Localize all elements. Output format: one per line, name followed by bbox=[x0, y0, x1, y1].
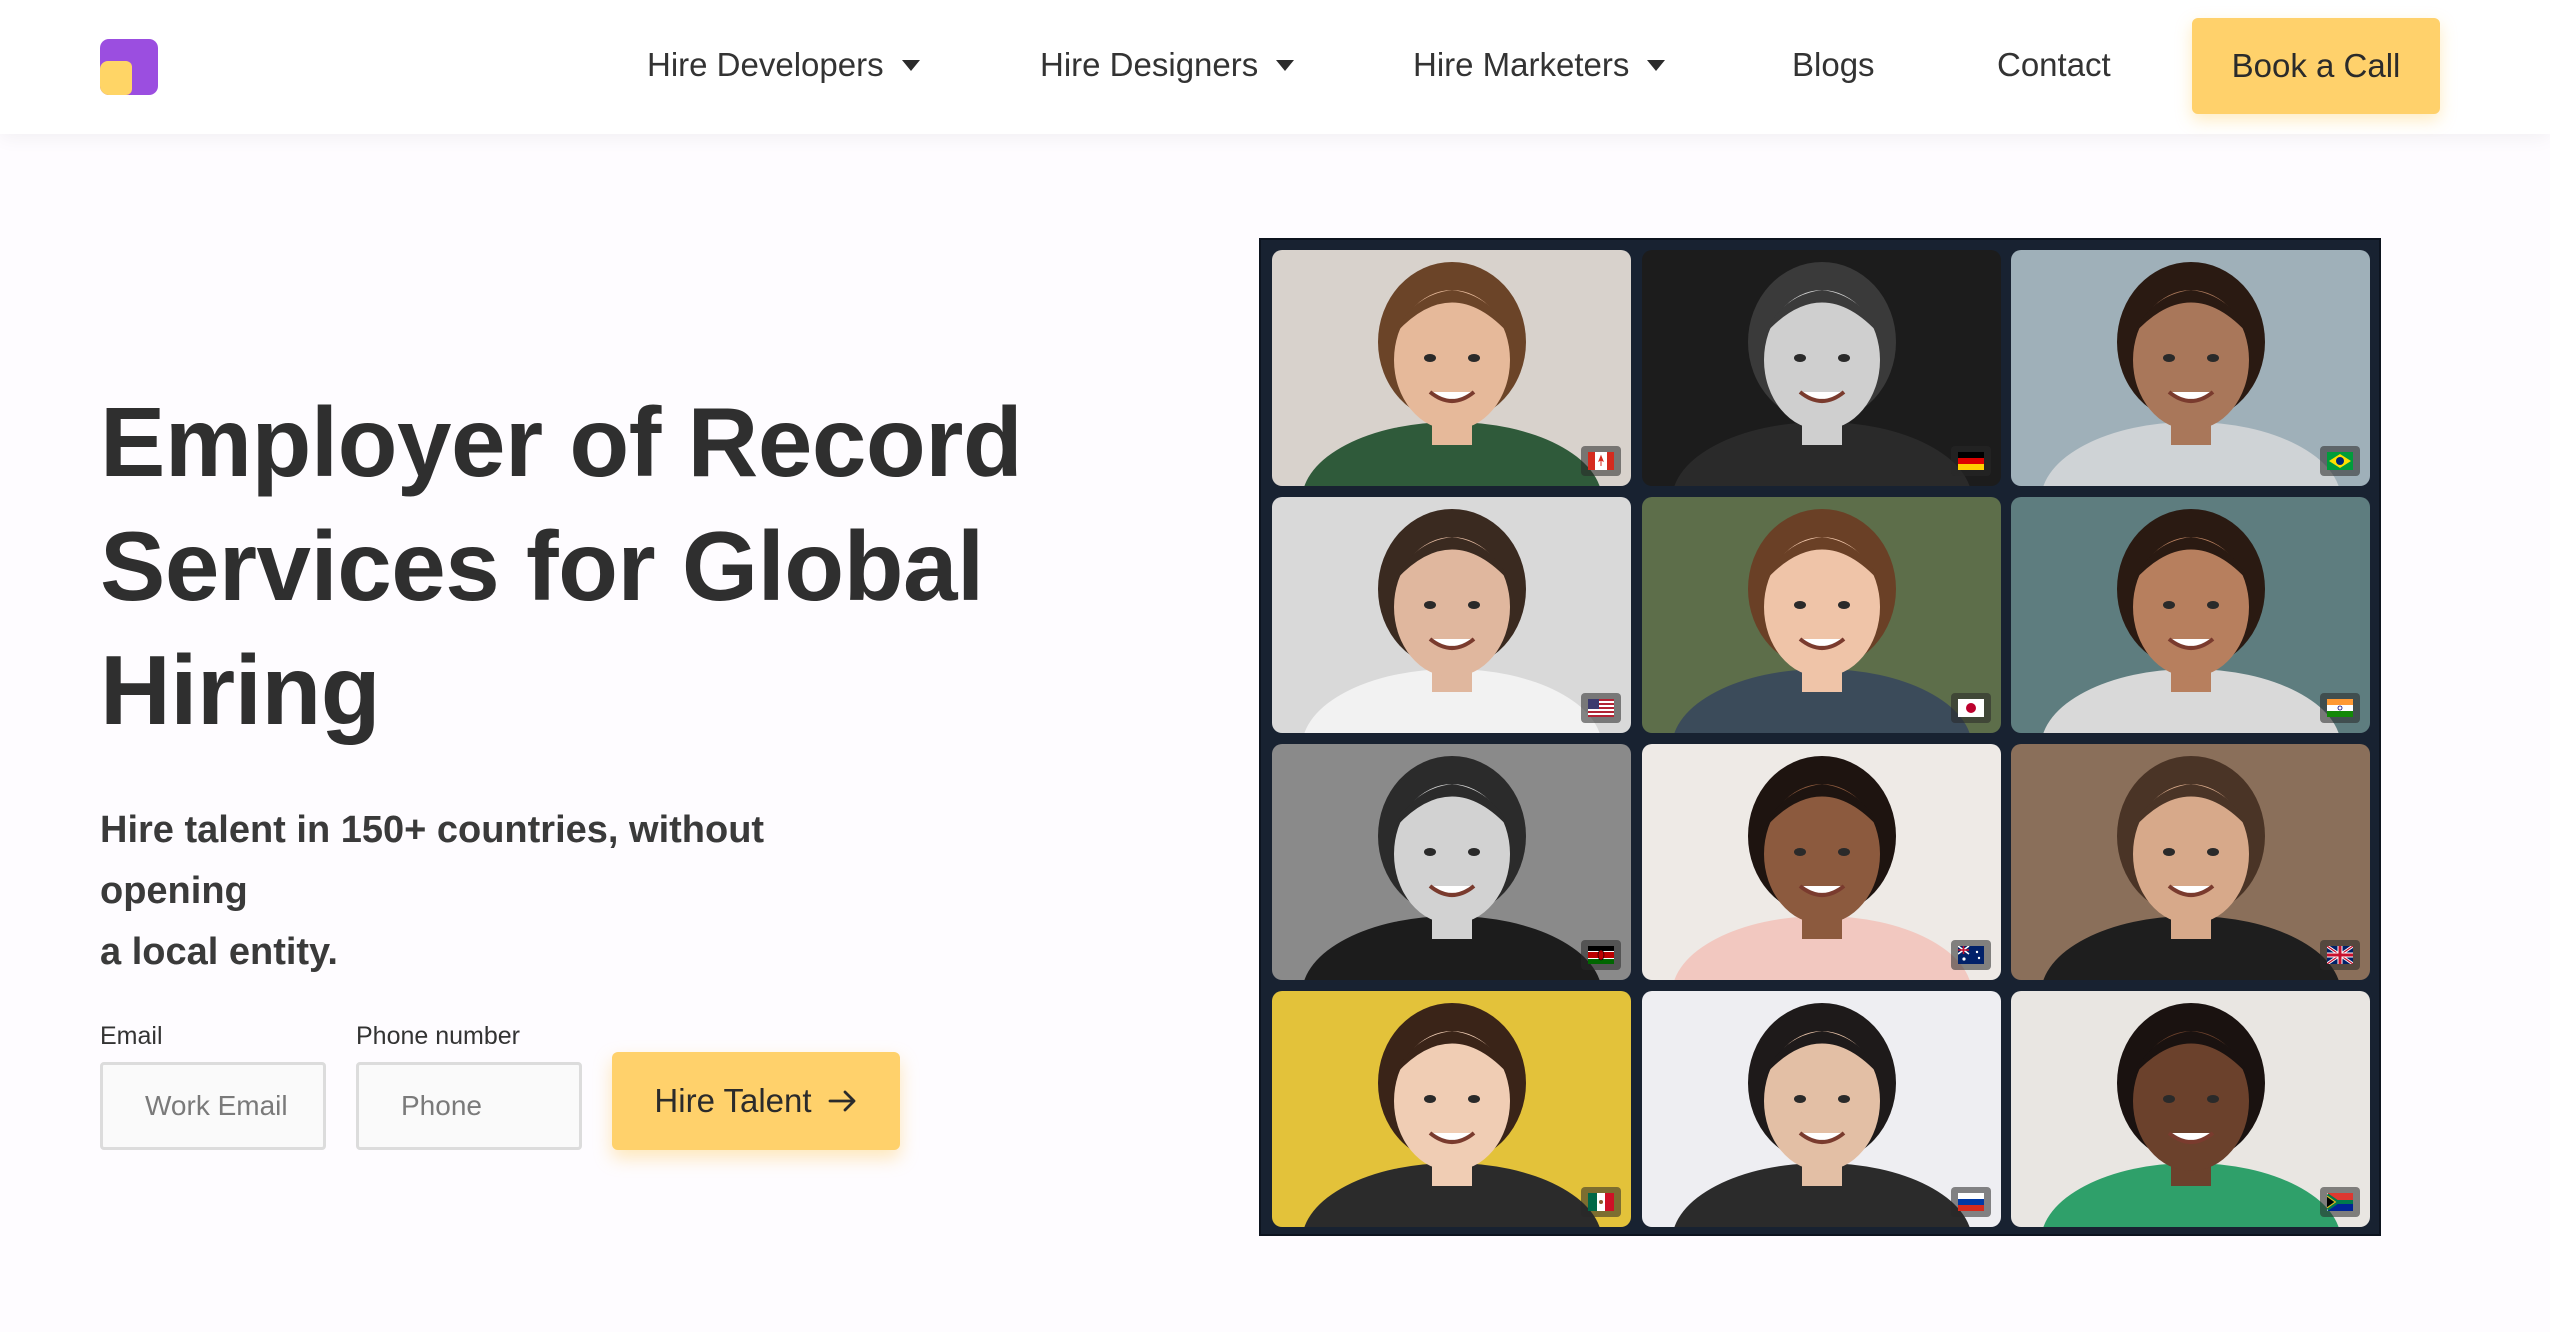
flag-india-icon bbox=[2327, 699, 2353, 717]
flag-usa-icon bbox=[1588, 699, 1614, 717]
hero-title-line-3: Hiring bbox=[100, 635, 381, 745]
flag-canada-icon bbox=[1588, 452, 1614, 470]
flag-uk-icon bbox=[2327, 946, 2353, 964]
nav-hire-developers[interactable]: Hire Developers bbox=[647, 46, 920, 84]
talent-photo bbox=[2011, 250, 2370, 486]
person-portrait bbox=[1674, 756, 1970, 980]
person-portrait bbox=[1304, 756, 1600, 980]
nav-contact-label: Contact bbox=[1997, 46, 2111, 83]
hire-talent-label: Hire Talent bbox=[654, 1082, 812, 1119]
talent-photo bbox=[1642, 991, 2001, 1227]
talent-photo bbox=[1272, 991, 1631, 1227]
nav-hire-designers[interactable]: Hire Designers bbox=[1040, 46, 1295, 84]
country-flag-icon bbox=[1581, 1187, 1621, 1217]
book-a-call-label: Book a Call bbox=[2231, 47, 2401, 84]
caret-down-icon bbox=[1647, 59, 1666, 71]
nav-blogs[interactable]: Blogs bbox=[1792, 46, 1875, 84]
person-portrait bbox=[2043, 756, 2339, 980]
nav-hire-designers-label: Hire Designers bbox=[1040, 46, 1259, 83]
country-flag-icon bbox=[2320, 940, 2360, 970]
country-flag-icon bbox=[1951, 940, 1991, 970]
flag-australia-icon bbox=[1958, 946, 1984, 964]
email-label: Email bbox=[100, 1022, 163, 1050]
talent-photo bbox=[2011, 497, 2370, 733]
nav-hire-marketers-label: Hire Marketers bbox=[1413, 46, 1630, 83]
phone-label: Phone number bbox=[356, 1022, 521, 1050]
nav-hire-marketers[interactable]: Hire Marketers bbox=[1413, 46, 1666, 84]
talent-photo bbox=[1642, 744, 2001, 980]
talent-photo bbox=[1642, 250, 2001, 486]
person-portrait bbox=[2043, 262, 2339, 486]
person-portrait bbox=[1304, 509, 1600, 733]
caret-down-icon bbox=[1276, 59, 1295, 71]
caret-down-icon bbox=[901, 59, 920, 71]
country-flag-icon bbox=[1951, 693, 1991, 723]
hire-talent-button[interactable]: Hire Talent bbox=[612, 1052, 900, 1150]
person-portrait bbox=[1674, 509, 1970, 733]
nav-hire-developers-label: Hire Developers bbox=[647, 46, 884, 83]
talent-photo bbox=[1272, 250, 1631, 486]
hero-subtitle-line-1: Hire talent in 150+ countries, without o… bbox=[100, 809, 765, 912]
person-portrait bbox=[1674, 1003, 1970, 1227]
flag-russia-icon bbox=[1958, 1193, 1984, 1211]
book-a-call-button[interactable]: Book a Call bbox=[2192, 18, 2440, 114]
country-flag-icon bbox=[2320, 693, 2360, 723]
talent-photo bbox=[2011, 991, 2370, 1227]
person-portrait bbox=[1304, 262, 1600, 486]
flag-mexico-icon bbox=[1588, 1193, 1614, 1211]
country-flag-icon bbox=[1581, 693, 1621, 723]
logo[interactable] bbox=[100, 39, 158, 95]
logo-front-shape bbox=[100, 61, 132, 95]
person-portrait bbox=[2043, 1003, 2339, 1227]
hero-subtitle-line-2: a local entity. bbox=[100, 931, 338, 973]
person-portrait bbox=[2043, 509, 2339, 733]
flag-south-africa-icon bbox=[2327, 1193, 2353, 1211]
talent-photo bbox=[2011, 744, 2370, 980]
country-flag-icon bbox=[1951, 1187, 1991, 1217]
flag-brazil-icon bbox=[2327, 452, 2353, 470]
arrow-right-icon bbox=[828, 1090, 855, 1112]
site-header: Hire Developers Hire Designers Hire Mark… bbox=[0, 0, 2550, 134]
hero-title-line-1: Employer of Record bbox=[100, 387, 1023, 497]
country-flag-icon bbox=[1581, 446, 1621, 476]
flag-germany-icon bbox=[1958, 452, 1984, 470]
country-flag-icon bbox=[1581, 940, 1621, 970]
email-input[interactable] bbox=[100, 1062, 326, 1150]
country-flag-icon bbox=[2320, 1187, 2360, 1217]
hero-title: Employer of Record Services for Global H… bbox=[100, 380, 1100, 752]
hero-title-line-2: Services for Global bbox=[100, 511, 984, 621]
hero-subtitle: Hire talent in 150+ countries, without o… bbox=[100, 800, 920, 983]
person-portrait bbox=[1674, 262, 1970, 486]
country-flag-icon bbox=[2320, 446, 2360, 476]
phone-input[interactable] bbox=[356, 1062, 582, 1150]
talent-photo bbox=[1642, 497, 2001, 733]
flag-japan-icon bbox=[1958, 699, 1984, 717]
talent-photo bbox=[1272, 497, 1631, 733]
talent-photo bbox=[1272, 744, 1631, 980]
nav-blogs-label: Blogs bbox=[1792, 46, 1875, 83]
flag-kenya-icon bbox=[1588, 946, 1614, 964]
talent-photo-grid bbox=[1259, 238, 2381, 1236]
nav-contact[interactable]: Contact bbox=[1997, 46, 2111, 84]
country-flag-icon bbox=[1951, 446, 1991, 476]
person-portrait bbox=[1304, 1003, 1600, 1227]
